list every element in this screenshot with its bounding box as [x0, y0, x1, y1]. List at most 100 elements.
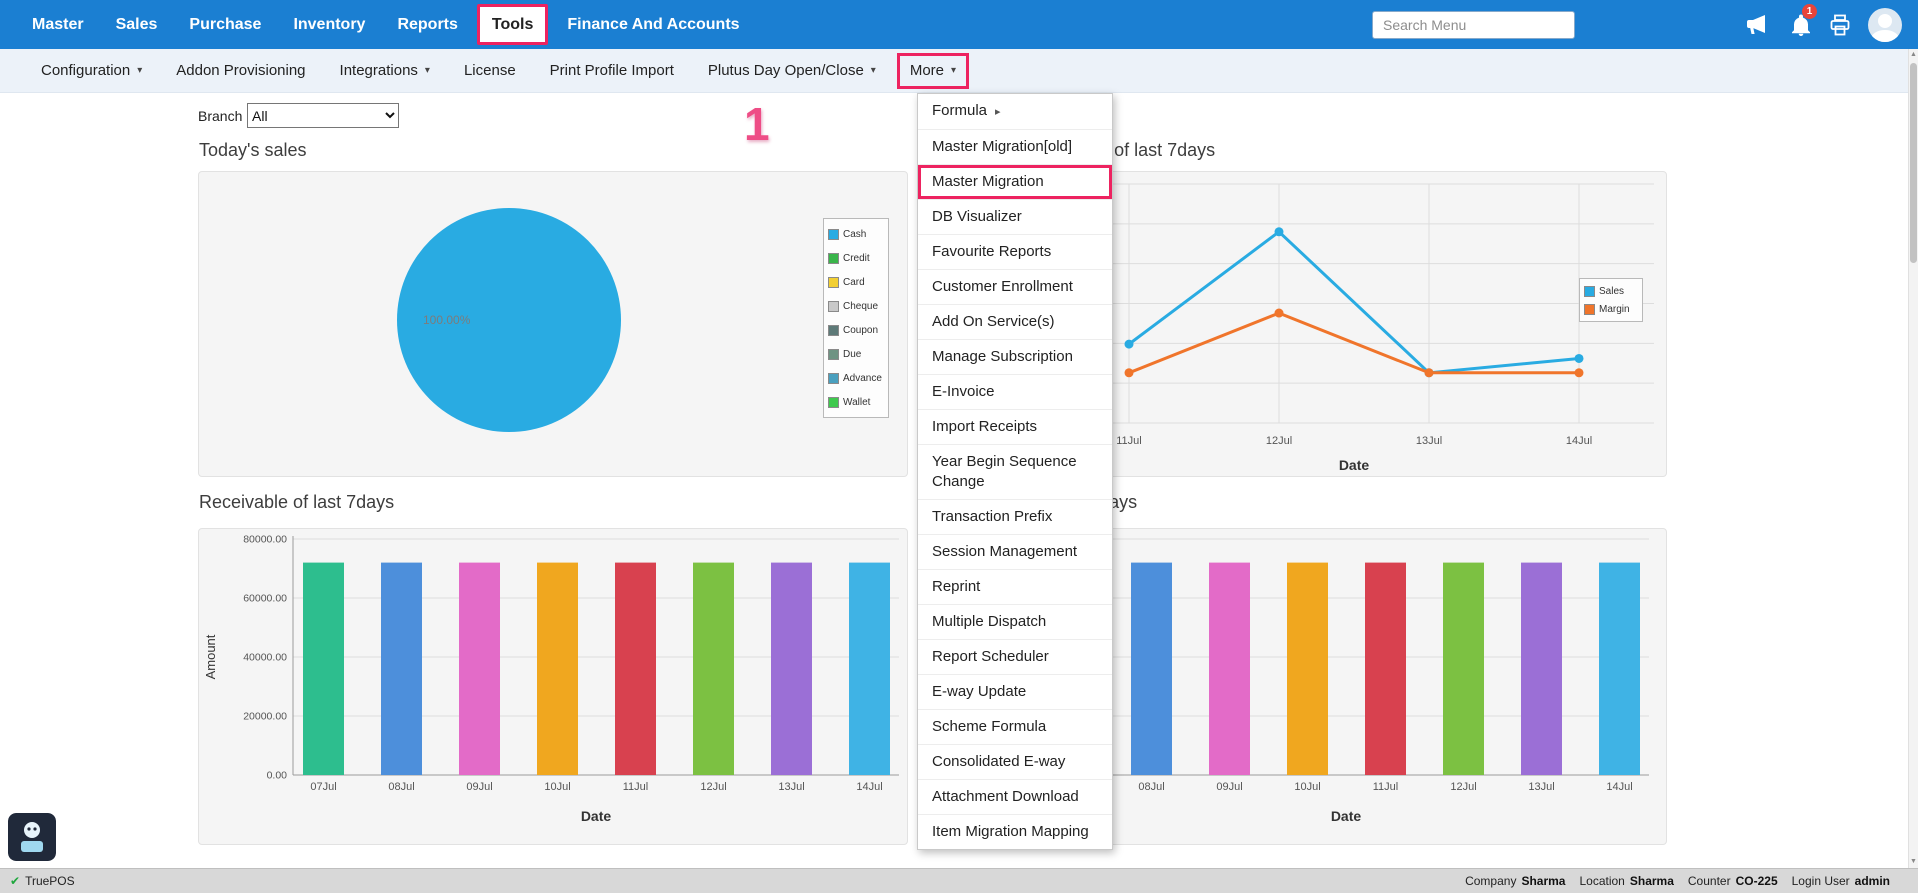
- nav-item-sales[interactable]: Sales: [100, 0, 174, 49]
- legend-label: Credit: [843, 253, 870, 264]
- legend-label: Margin: [1599, 304, 1630, 315]
- legend-item-credit: Credit: [828, 246, 884, 270]
- svg-text:14Jul: 14Jul: [1606, 781, 1632, 793]
- scrollbar-thumb[interactable]: [1910, 63, 1917, 263]
- more-menu-item-label: Master Migration: [932, 173, 1044, 190]
- scrollbar-down-arrow[interactable]: ▼: [1909, 856, 1918, 868]
- legend-swatch-card: [828, 277, 839, 288]
- vertical-scrollbar: ▲ ▼: [1908, 49, 1918, 868]
- nav-item-reports[interactable]: Reports: [381, 0, 473, 49]
- more-menu-item-label: Consolidated E-way: [932, 753, 1065, 770]
- branch-select[interactable]: All: [247, 103, 399, 128]
- more-menu-item-formula[interactable]: Formula ▸: [918, 94, 1112, 130]
- more-menu-item-reprint[interactable]: Reprint: [918, 570, 1112, 605]
- menubar-item-addon-provisioning[interactable]: Addon Provisioning: [159, 49, 322, 92]
- more-menu-item-label: Favourite Reports: [932, 243, 1051, 260]
- menubar-item-integrations[interactable]: Integrations▾: [323, 49, 447, 92]
- legend-item-card: Card: [828, 270, 884, 294]
- more-menu-item-favourite-reports[interactable]: Favourite Reports: [918, 235, 1112, 270]
- more-menu-item-manage-subscription[interactable]: Manage Subscription: [918, 340, 1112, 375]
- legend-item-margin: Margin: [1584, 300, 1638, 318]
- more-menu-item-item-migration-mapping[interactable]: Item Migration Mapping: [918, 815, 1112, 849]
- legend-label: Cash: [843, 229, 866, 240]
- more-menu-item-transaction-prefix[interactable]: Transaction Prefix: [918, 500, 1112, 535]
- annotation-step-number: 1: [744, 97, 770, 151]
- legend-swatch-sales: [1584, 286, 1595, 297]
- receivable-chart-panel: 80000.0060000.0040000.0020000.000.0007Ju…: [198, 528, 908, 845]
- svg-text:10Jul: 10Jul: [1294, 781, 1320, 793]
- legend-item-sales: Sales: [1584, 282, 1638, 300]
- avatar-torso: [1871, 30, 1899, 42]
- more-menu-item-consolidated-e-way[interactable]: Consolidated E-way: [918, 745, 1112, 780]
- more-menu-item-session-management[interactable]: Session Management: [918, 535, 1112, 570]
- legend-label: Due: [843, 349, 861, 360]
- nav-item-tools[interactable]: Tools: [477, 4, 548, 45]
- more-menu-item-e-invoice[interactable]: E-Invoice: [918, 375, 1112, 410]
- nav-item-purchase[interactable]: Purchase: [173, 0, 277, 49]
- status-field-label: Location: [1579, 874, 1624, 888]
- more-menu-item-label: Customer Enrollment: [932, 278, 1073, 295]
- svg-text:0.00: 0.00: [267, 770, 288, 782]
- legend-label: Card: [843, 277, 865, 288]
- more-menu-item-label: Scheme Formula: [932, 718, 1046, 735]
- more-menu-item-master-migration-old[interactable]: Master Migration[old]: [918, 130, 1112, 165]
- more-menu-item-scheme-formula[interactable]: Scheme Formula: [918, 710, 1112, 745]
- nav-item-finance-and-accounts[interactable]: Finance And Accounts: [551, 0, 755, 49]
- status-field-value: Sharma: [1630, 874, 1674, 888]
- svg-text:40000.00: 40000.00: [243, 652, 287, 664]
- legend-label: Cheque: [843, 301, 878, 312]
- menubar-item-more[interactable]: More▾: [897, 53, 969, 89]
- menubar-item-label: Integrations: [340, 62, 418, 79]
- status-field-label: Login User: [1792, 874, 1850, 888]
- todays-sales-pie: 100.00%: [199, 172, 907, 476]
- svg-text:14Jul: 14Jul: [856, 781, 882, 793]
- legend-item-coupon: Coupon: [828, 318, 884, 342]
- more-menu-item-label: Reprint: [932, 578, 980, 595]
- more-menu-item-year-begin-sequence-change[interactable]: Year Begin Sequence Change: [918, 445, 1112, 500]
- brand-name: TruePOS: [25, 874, 75, 888]
- more-menu-item-attachment-download[interactable]: Attachment Download: [918, 780, 1112, 815]
- more-menu-item-label: Multiple Dispatch: [932, 613, 1046, 630]
- status-field-login-user: Login Useradmin: [1792, 874, 1890, 888]
- submenu-arrow-icon: ▸: [995, 106, 1001, 118]
- truepos-mascot-logo[interactable]: [8, 813, 56, 861]
- scrollbar-up-arrow[interactable]: ▲: [1909, 49, 1918, 61]
- legend-swatch-coupon: [828, 325, 839, 336]
- svg-text:12Jul: 12Jul: [700, 781, 726, 793]
- more-menu-item-multiple-dispatch[interactable]: Multiple Dispatch: [918, 605, 1112, 640]
- printer-icon[interactable]: [1828, 13, 1852, 37]
- menubar-item-license[interactable]: License: [447, 49, 533, 92]
- menubar-item-print-profile-import[interactable]: Print Profile Import: [533, 49, 691, 92]
- svg-text:12Jul: 12Jul: [1450, 781, 1476, 793]
- more-menu-item-add-on-service-s[interactable]: Add On Service(s): [918, 305, 1112, 340]
- more-menu-item-label: DB Visualizer: [932, 208, 1022, 225]
- more-menu-item-master-migration[interactable]: Master Migration: [918, 165, 1112, 200]
- more-menu-item-report-scheduler[interactable]: Report Scheduler: [918, 640, 1112, 675]
- nav-item-master[interactable]: Master: [16, 0, 100, 49]
- more-menu-item-label: Formula: [932, 102, 987, 119]
- announcement-icon[interactable]: [1745, 13, 1769, 37]
- legend-item-advance: Advance: [828, 366, 884, 390]
- menubar-item-configuration[interactable]: Configuration▾: [24, 49, 159, 92]
- menubar-item-label: More: [910, 62, 944, 79]
- more-menu-item-customer-enrollment[interactable]: Customer Enrollment: [918, 270, 1112, 305]
- chart-title-todays-sales: Today's sales: [199, 140, 307, 161]
- more-menu-item-label: Manage Subscription: [932, 348, 1073, 365]
- chart-title-receivable: Receivable of last 7days: [199, 492, 394, 513]
- user-avatar[interactable]: [1868, 8, 1902, 42]
- legend-swatch-wallet: [828, 397, 839, 408]
- more-menu-item-label: Transaction Prefix: [932, 508, 1052, 525]
- status-bar: ✔ TruePOS CompanySharmaLocationSharmaCou…: [0, 868, 1918, 893]
- avatar-head: [1878, 14, 1892, 28]
- nav-item-inventory[interactable]: Inventory: [277, 0, 381, 49]
- menu-search-input[interactable]: [1372, 11, 1575, 39]
- status-field-value: Sharma: [1521, 874, 1565, 888]
- more-menu-item-e-way-update[interactable]: E-way Update: [918, 675, 1112, 710]
- menubar-item-plutus-day-open-close[interactable]: Plutus Day Open/Close▾: [691, 49, 893, 92]
- legend-label: Advance: [843, 373, 882, 384]
- svg-text:09Jul: 09Jul: [1216, 781, 1242, 793]
- status-field-company: CompanySharma: [1465, 874, 1565, 888]
- more-menu-item-db-visualizer[interactable]: DB Visualizer: [918, 200, 1112, 235]
- more-menu-item-import-receipts[interactable]: Import Receipts: [918, 410, 1112, 445]
- legend-label: Wallet: [843, 397, 870, 408]
